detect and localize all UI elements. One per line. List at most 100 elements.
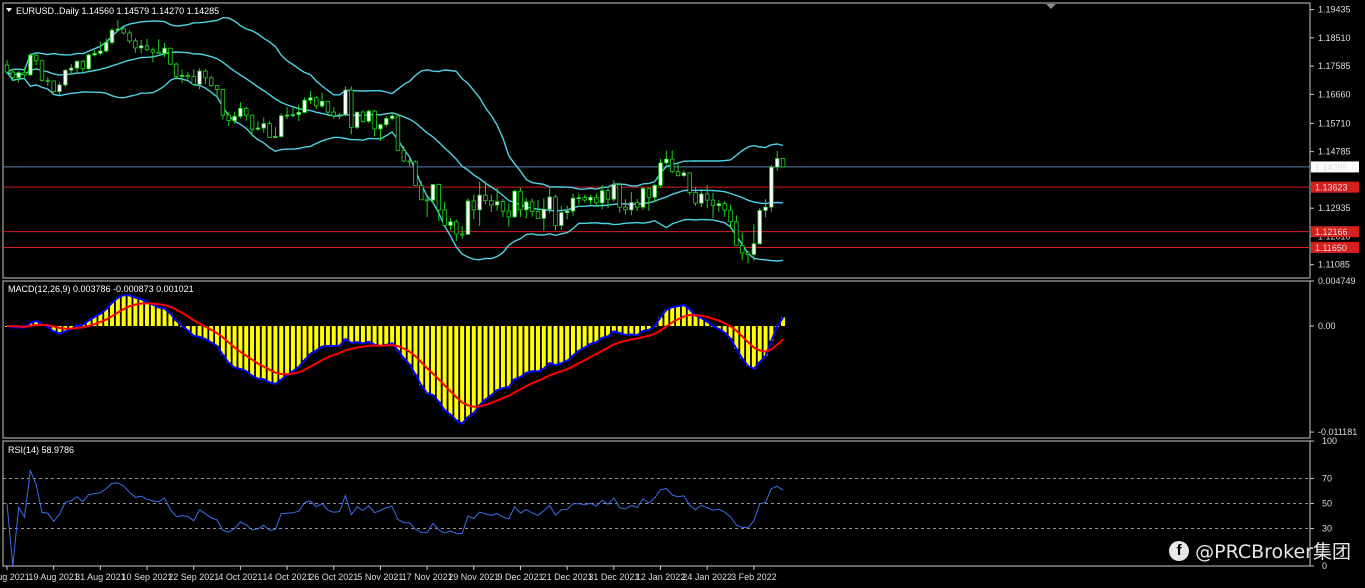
candle-body[interactable] <box>640 188 646 208</box>
candle-body[interactable] <box>658 162 663 186</box>
candle-body[interactable] <box>547 196 552 210</box>
candle-body[interactable] <box>191 76 196 85</box>
candle-body[interactable] <box>372 110 377 130</box>
candle-body[interactable] <box>541 208 547 219</box>
candle-body[interactable] <box>448 221 453 226</box>
candle-body[interactable] <box>139 45 144 49</box>
candle-body[interactable] <box>710 199 716 206</box>
candle-body[interactable] <box>494 201 500 206</box>
candle-body[interactable] <box>693 192 698 204</box>
candle-body[interactable] <box>45 79 51 82</box>
candle-body[interactable] <box>401 150 406 162</box>
candle-body[interactable] <box>687 172 692 193</box>
shift-marker-icon[interactable] <box>1046 4 1056 9</box>
candle-body[interactable] <box>465 200 471 235</box>
candle-body[interactable] <box>220 89 226 116</box>
candle-body[interactable] <box>337 114 342 117</box>
candle-body[interactable] <box>728 209 733 223</box>
candle-body[interactable] <box>471 200 476 211</box>
candle-body[interactable] <box>197 70 202 85</box>
candle-body[interactable] <box>605 190 611 200</box>
candle-body[interactable] <box>564 210 570 214</box>
candle-body[interactable] <box>63 69 68 86</box>
candle-body[interactable] <box>629 202 634 211</box>
candle-body[interactable] <box>354 111 360 128</box>
candle-body[interactable] <box>325 100 331 113</box>
candle-body[interactable] <box>302 99 307 113</box>
candle-body[interactable] <box>378 124 383 130</box>
candle-body[interactable] <box>775 158 780 168</box>
candle-body[interactable] <box>366 110 371 122</box>
candle-body[interactable] <box>39 60 45 81</box>
candle-body[interactable] <box>238 108 243 117</box>
candle-body[interactable] <box>500 201 506 212</box>
candle-body[interactable] <box>343 89 348 116</box>
candle-body[interactable] <box>168 47 173 65</box>
candle-body[interactable] <box>582 197 587 201</box>
candle-body[interactable] <box>524 201 529 211</box>
candle-body[interactable] <box>675 171 681 177</box>
candle-body[interactable] <box>10 71 16 78</box>
candle-body[interactable] <box>395 115 401 151</box>
candle-body[interactable] <box>121 28 126 34</box>
candle-body[interactable] <box>705 193 710 201</box>
candle-body[interactable] <box>261 123 266 129</box>
candle-body[interactable] <box>4 64 10 73</box>
candle-body[interactable] <box>319 100 325 107</box>
candle-body[interactable] <box>203 70 208 79</box>
candle-body[interactable] <box>384 118 389 126</box>
candle-body[interactable] <box>16 72 21 78</box>
candle-body[interactable] <box>757 210 762 245</box>
candle-body[interactable] <box>740 244 745 254</box>
candle-body[interactable] <box>751 243 757 255</box>
candle-body[interactable] <box>763 206 768 211</box>
candle-body[interactable] <box>529 201 535 212</box>
candle-body[interactable] <box>127 32 132 42</box>
candle-body[interactable] <box>669 158 675 173</box>
candle-body[interactable] <box>33 54 39 62</box>
candle-body[interactable] <box>150 49 156 53</box>
candle-body[interactable] <box>477 194 482 211</box>
candle-body[interactable] <box>133 40 138 49</box>
candle-body[interactable] <box>559 212 564 226</box>
candle-body[interactable] <box>226 114 231 122</box>
candle-body[interactable] <box>570 197 576 212</box>
candle-body[interactable] <box>255 127 261 130</box>
candle-body[interactable] <box>296 111 301 115</box>
candle-body[interactable] <box>634 202 640 208</box>
candle-body[interactable] <box>162 47 167 54</box>
candle-body[interactable] <box>681 172 687 177</box>
candle-body[interactable] <box>185 75 191 78</box>
candle-body[interactable] <box>115 28 121 31</box>
candle-body[interactable] <box>436 184 441 211</box>
candle-body[interactable] <box>611 184 617 200</box>
candle-body[interactable] <box>214 85 220 90</box>
candle-body[interactable] <box>144 45 150 51</box>
trading-chart[interactable]: 1.19435 1.18510 1.17585 1.16660 1.15710 1.147… <box>0 0 1365 588</box>
candle-body[interactable] <box>51 80 56 93</box>
candle-body[interactable] <box>769 166 774 208</box>
candle-body[interactable] <box>424 199 430 202</box>
candle-body[interactable] <box>734 221 739 246</box>
candle-body[interactable] <box>699 193 704 204</box>
candle-body[interactable] <box>109 29 115 43</box>
candle-body[interactable] <box>244 108 249 116</box>
collapse-arrow-icon[interactable] <box>6 8 12 12</box>
candle-body[interactable] <box>349 89 354 128</box>
candle-body[interactable] <box>617 184 622 208</box>
candle-body[interactable] <box>156 51 161 54</box>
candle-body[interactable] <box>553 196 558 226</box>
candle-body[interactable] <box>174 63 179 77</box>
candle-body[interactable] <box>518 190 523 211</box>
candle-body[interactable] <box>722 203 727 211</box>
candle-body[interactable] <box>98 50 103 54</box>
candle-body[interactable] <box>442 209 447 226</box>
candle-body[interactable] <box>588 196 593 201</box>
candle-body[interactable] <box>279 115 284 137</box>
candle-body[interactable] <box>576 197 582 200</box>
candle-body[interactable] <box>273 136 278 138</box>
candle-body[interactable] <box>646 188 652 198</box>
candle-body[interactable] <box>483 194 488 202</box>
candle-body[interactable] <box>623 206 628 211</box>
candle-body[interactable] <box>249 114 255 130</box>
